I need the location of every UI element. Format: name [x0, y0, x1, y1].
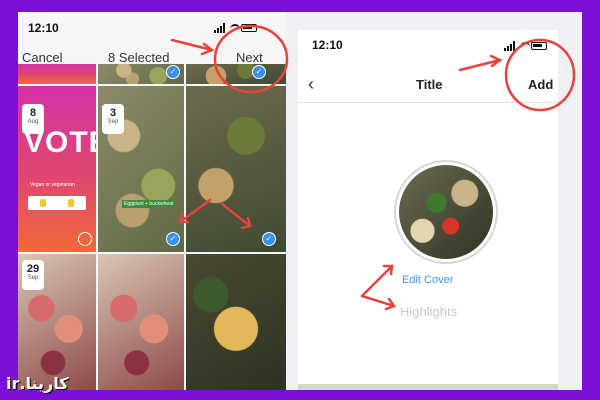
date-day: 8: [29, 107, 37, 119]
date-month: Sep: [27, 275, 39, 281]
vote-caption: Vegan or vegetarian: [30, 182, 75, 188]
status-bar: 12:10: [298, 30, 558, 56]
date-day: 3: [109, 107, 117, 119]
status-icons: [214, 23, 257, 33]
signal-icon: [504, 41, 518, 51]
grid-cell[interactable]: [98, 254, 184, 390]
cover-image: [399, 165, 493, 259]
status-icons: [504, 41, 547, 51]
checkmark-icon: ✓: [166, 65, 180, 79]
battery-icon: [531, 42, 547, 50]
screenshot-frame: 12:10 Cancel 8 Selected Next ✓ ✓ 8 Aug V…: [18, 12, 582, 390]
wifi-icon: [520, 42, 530, 50]
right-phone-screen: 12:10 ‹ Title Add Edit Cover Highlights: [298, 30, 558, 390]
chevron-left-icon[interactable]: ‹: [308, 74, 314, 95]
date-month: Aug: [27, 119, 39, 125]
grid-cell[interactable]: 3 Sep Eggplant + buckwheat ✓: [98, 86, 184, 252]
vote-options: [28, 196, 86, 210]
grid-cell[interactable]: [186, 254, 286, 390]
checkmark-icon: ✓: [252, 65, 266, 79]
status-time: 12:10: [28, 21, 59, 35]
date-month: Sep: [107, 119, 119, 125]
vote-title: VOTE: [24, 126, 96, 159]
status-bar: 12:10: [18, 12, 286, 38]
checkmark-icon[interactable]: ✓: [166, 232, 180, 246]
page-title: Title: [416, 77, 443, 92]
story-grid: ✓ ✓ 8 Aug VOTE Vegan or vegetarian 3 Sep: [18, 64, 286, 390]
grid-cell[interactable]: [18, 64, 96, 84]
battery-icon: [241, 24, 257, 32]
signal-icon: [214, 23, 228, 33]
grid-cell[interactable]: 29 Sep: [18, 254, 96, 390]
watermark-logo: کارینا.ir: [6, 374, 69, 393]
edit-cover-link[interactable]: Edit Cover: [402, 274, 453, 286]
wifi-icon: [230, 24, 240, 32]
bottom-bar: [298, 384, 558, 390]
cell-caption: Eggplant + buckwheat: [122, 200, 176, 208]
selected-count: 8 Selected: [108, 50, 170, 65]
highlight-nav-bar: ‹ Title Add: [298, 74, 558, 102]
date-day: 29: [26, 263, 40, 275]
grid-cell[interactable]: ✓: [186, 86, 286, 252]
grid-cell[interactable]: ✓: [186, 64, 286, 84]
divider: [298, 102, 558, 103]
grid-cell-vote[interactable]: 8 Aug VOTE Vegan or vegetarian: [18, 86, 96, 252]
date-badge: 3 Sep: [102, 104, 124, 134]
next-button[interactable]: Next: [236, 50, 263, 65]
status-time: 12:10: [312, 38, 343, 52]
checkmark-icon[interactable]: ✓: [262, 232, 276, 246]
cancel-button[interactable]: Cancel: [22, 50, 62, 65]
left-phone-screen: 12:10 Cancel 8 Selected Next ✓ ✓ 8 Aug V…: [18, 12, 286, 390]
highlight-name-input[interactable]: Highlights: [400, 304, 457, 319]
date-badge: 29 Sep: [22, 260, 44, 290]
highlight-cover[interactable]: [394, 160, 498, 264]
unchecked-circle-icon[interactable]: [78, 232, 92, 246]
add-button[interactable]: Add: [528, 77, 553, 92]
